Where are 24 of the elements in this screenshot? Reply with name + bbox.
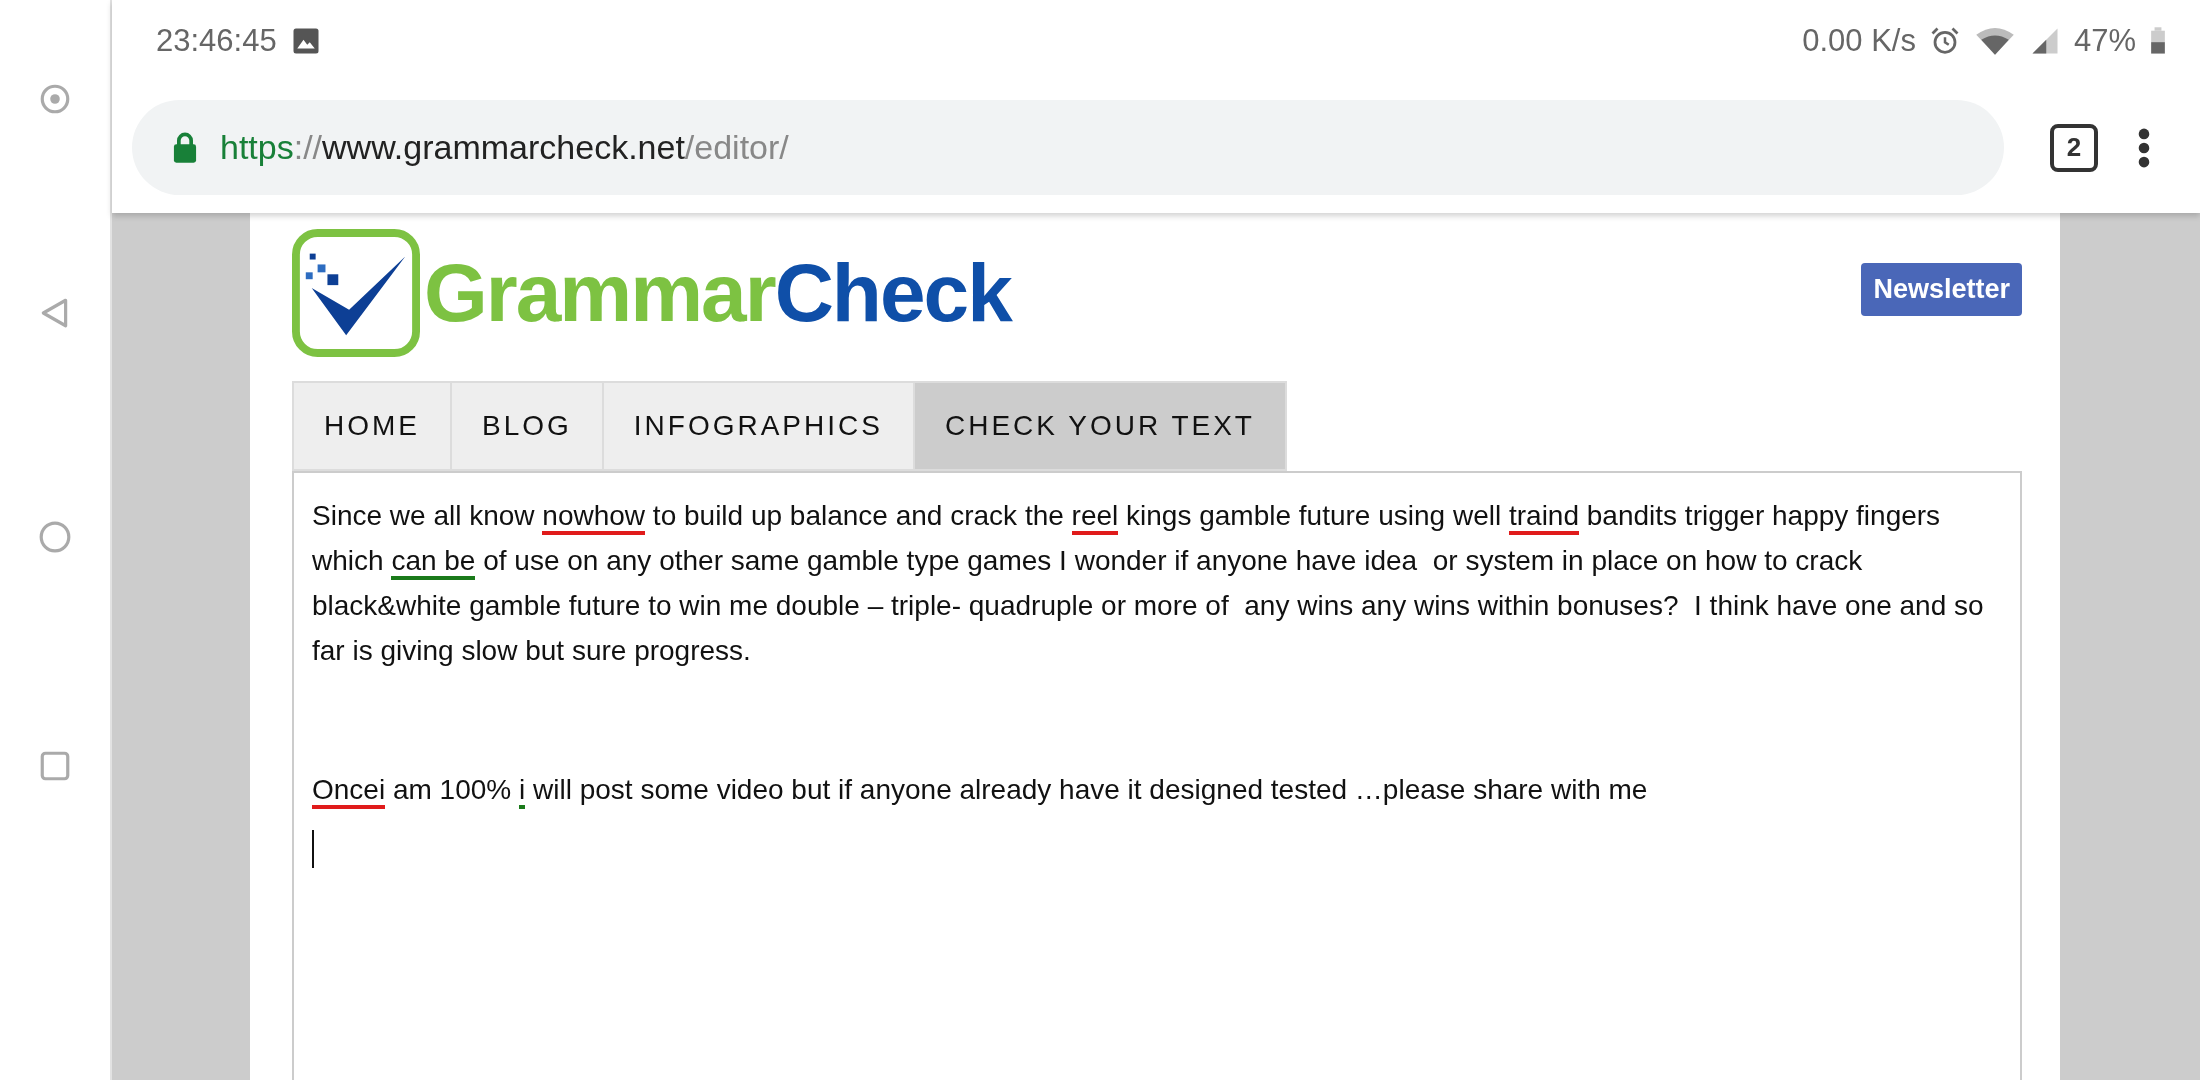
url-text: https://www.grammarcheck.net/editor/ bbox=[220, 128, 789, 167]
tab-count-button[interactable]: 2 bbox=[2050, 123, 2098, 172]
clock-time: 23:46:45 bbox=[156, 23, 277, 59]
editor-paragraph: Since we all know nowhow to build up balance and crack the reel kings gamble future using well traind bandits trigger happy fingers which can be of use on any other same gamble type games I wonder if anyone have idea or system in place on how to crack black&white gamble future to win me double – triple- quadruple or more of any wins any wins within bonuses? I think have one and so far is giving slow but sure progress. bbox=[312, 499, 1985, 668]
nav-tab[interactable]: INFOGRAPHICS bbox=[601, 381, 913, 471]
menu-icon[interactable] bbox=[2138, 127, 2150, 168]
address-bar[interactable]: https://www.grammarcheck.net/editor/ bbox=[132, 100, 2004, 195]
lock-icon bbox=[172, 131, 198, 164]
nav-tab[interactable]: BLOG bbox=[450, 381, 602, 471]
alarm-icon bbox=[1929, 26, 1960, 56]
text-cursor bbox=[312, 830, 314, 868]
editor-paragraph: Oncei am 100% i will post some video but if anyone already have it designed tested …please share with me bbox=[312, 767, 2002, 812]
logo-text: GrammarCheck bbox=[424, 246, 1011, 340]
newsletter-button[interactable]: Newsletter bbox=[1861, 263, 2022, 316]
nav-tab[interactable]: CHECK YOUR TEXT bbox=[912, 381, 1287, 471]
text-editor[interactable] bbox=[292, 471, 2022, 1080]
battery-percent: 47% bbox=[2073, 23, 2136, 59]
battery-icon bbox=[2150, 26, 2166, 56]
assistant-icon[interactable] bbox=[38, 82, 72, 116]
nav-tab[interactable]: HOME bbox=[292, 381, 450, 471]
recents-icon[interactable] bbox=[38, 749, 72, 783]
home-icon[interactable] bbox=[38, 520, 72, 554]
checkmark-logo-icon bbox=[292, 229, 420, 357]
network-speed: 0.00 K/s bbox=[1802, 23, 1916, 59]
